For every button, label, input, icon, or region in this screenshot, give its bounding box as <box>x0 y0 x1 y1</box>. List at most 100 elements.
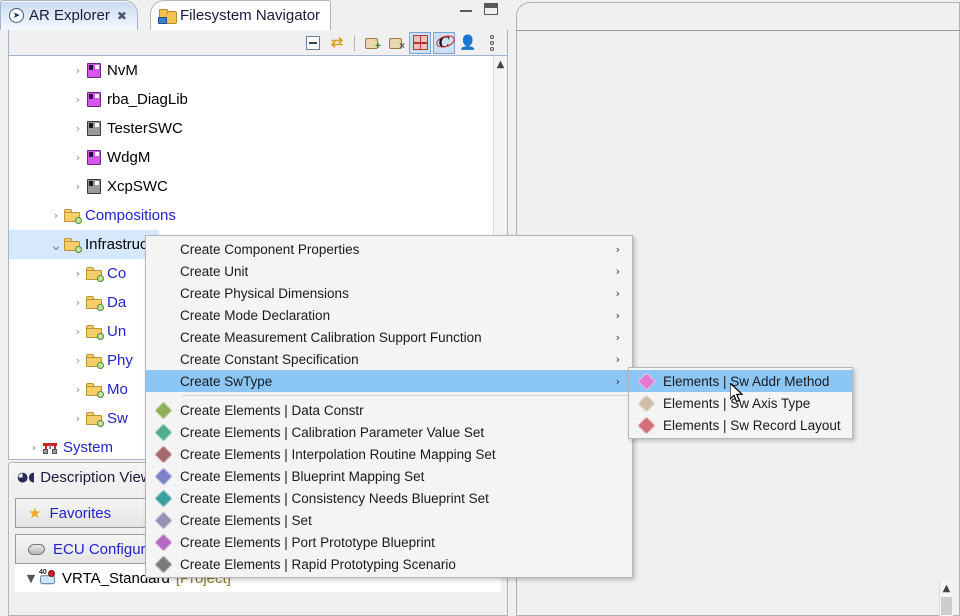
system-icon <box>41 441 59 455</box>
package-folder-icon <box>85 411 104 427</box>
close-icon[interactable]: ✖ <box>117 9 127 23</box>
tree-item-rba-diaglib[interactable]: › rba_DiagLib <box>9 85 507 114</box>
menu-item-create-elements-data-constr[interactable]: Create Elements | Data Constr <box>146 399 632 421</box>
chevron-right-icon[interactable]: › <box>71 325 85 338</box>
add-package-button[interactable]: + <box>361 32 383 54</box>
package-add-icon: + <box>364 36 381 51</box>
tree-item-label: Phy <box>107 352 133 369</box>
diamond-icon <box>146 532 180 552</box>
tree-item-xcpswc[interactable]: › XcpSWC <box>9 172 507 201</box>
tree-item-label: Co <box>107 265 127 282</box>
ecu-icon <box>27 543 46 555</box>
swc-purple-icon <box>85 92 103 107</box>
chevron-right-icon: › <box>615 330 620 344</box>
menu-item-create-elements-calibration-parameter-value-set[interactable]: Create Elements | Calibration Parameter … <box>146 421 632 443</box>
chevron-down-icon[interactable]: ⌄ <box>49 237 63 252</box>
tree-item-compositions[interactable]: › Compositions <box>9 201 507 230</box>
c-filter-button[interactable]: C <box>433 31 455 54</box>
link-with-editor-button[interactable]: ⇄ <box>326 32 348 54</box>
chevron-right-icon[interactable]: › <box>71 93 85 106</box>
menu-item-elements-sw-record-layout[interactable]: Elements | Sw Record Layout <box>629 414 852 436</box>
minimize-icon[interactable] <box>460 3 472 12</box>
collapse-all-button[interactable] <box>302 32 324 54</box>
menu-separator <box>182 395 630 396</box>
editor-tab-placeholder[interactable] <box>516 2 960 30</box>
package-remove-icon: × <box>388 36 405 51</box>
menu-item-create-elements-blueprint-mapping-set[interactable]: Create Elements | Blueprint Mapping Set <box>146 465 632 487</box>
menu-item-create-component-properties[interactable]: Create Component Properties › <box>146 238 632 260</box>
menu-item-create-measurement-calibration-support-function[interactable]: Create Measurement Calibration Support F… <box>146 326 632 348</box>
menu-item-label: Create Unit <box>180 263 249 279</box>
chevron-right-icon: › <box>615 286 620 300</box>
chevron-right-icon[interactable]: › <box>71 122 85 135</box>
project-twisty-icon[interactable]: ▼ <box>23 572 39 585</box>
chevron-right-icon[interactable]: › <box>71 151 85 164</box>
description-view-scrollbar[interactable]: ▲ <box>939 580 953 616</box>
chevron-right-icon[interactable]: › <box>71 296 85 309</box>
chevron-right-icon[interactable]: › <box>27 441 41 454</box>
chevron-right-icon[interactable]: › <box>49 209 63 222</box>
editor-tabbar <box>516 0 960 30</box>
package-folder-icon <box>85 382 104 398</box>
chevron-right-icon: › <box>615 374 620 388</box>
person-icon: 👤 <box>459 34 477 50</box>
menu-item-create-constant-specification[interactable]: Create Constant Specification › <box>146 348 632 370</box>
package-folder-icon <box>63 237 82 253</box>
c-language-icon: C <box>438 33 450 51</box>
menu-item-label: Create Elements | Blueprint Mapping Set <box>180 468 425 484</box>
scroll-thumb[interactable] <box>941 597 952 615</box>
menu-item-label: Create SwType <box>180 373 273 389</box>
menu-item-label: Create Mode Declaration <box>180 307 331 323</box>
diamond-icon <box>146 422 180 442</box>
tree-item-label: rba_DiagLib <box>107 91 188 108</box>
tree-item-label: Compositions <box>85 207 176 224</box>
chevron-right-icon: › <box>615 308 620 322</box>
context-menu[interactable]: Create Component Properties › Create Unit ›… <box>145 235 633 578</box>
person-filter-button[interactable]: 👤 <box>457 32 479 54</box>
diamond-icon <box>629 371 663 391</box>
tree-item-nvm[interactable]: › NvM <box>9 56 507 85</box>
tree-item-label: XcpSWC <box>107 178 168 195</box>
menu-item-create-elements-rapid-prototyping-scenario[interactable]: Create Elements | Rapid Prototyping Scen… <box>146 553 632 575</box>
chevron-right-icon[interactable]: › <box>71 354 85 367</box>
chevron-right-icon: › <box>615 352 620 366</box>
chevron-right-icon[interactable]: › <box>71 64 85 77</box>
menu-item-create-elements-consistency-needs-blueprint-set[interactable]: Create Elements | Consistency Needs Blue… <box>146 487 632 509</box>
tab-ar-explorer[interactable]: ➤ AR Explorer ✖ <box>0 0 138 30</box>
menu-item-create-physical-dimensions[interactable]: Create Physical Dimensions › <box>146 282 632 304</box>
red-grid-icon <box>412 35 428 50</box>
menu-item-create-elements-port-prototype-blueprint[interactable]: Create Elements | Port Prototype Bluepri… <box>146 531 632 553</box>
menu-item-label: Create Elements | Calibration Parameter … <box>180 424 485 440</box>
chevron-right-icon: › <box>615 264 620 278</box>
menu-item-create-unit[interactable]: Create Unit › <box>146 260 632 282</box>
show-grid-button[interactable] <box>409 31 431 54</box>
chevron-right-icon[interactable]: › <box>71 180 85 193</box>
package-folder-icon <box>85 266 104 282</box>
tree-item-label: NvM <box>107 62 138 79</box>
glasses-icon: ◕◖ <box>17 470 36 485</box>
maximize-icon[interactable] <box>484 3 498 15</box>
tab-description-view[interactable]: ◕◖ Description View <box>8 462 165 492</box>
section-favorites-label: Favorites <box>49 504 112 522</box>
menu-item-create-mode-declaration[interactable]: Create Mode Declaration › <box>146 304 632 326</box>
menu-item-label: Create Component Properties <box>180 241 360 257</box>
remove-package-button[interactable]: × <box>385 32 407 54</box>
view-menu-button[interactable] <box>481 32 503 54</box>
scroll-up-icon-bottom[interactable]: ▲ <box>940 580 953 596</box>
menu-item-create-elements-set[interactable]: Create Elements | Set <box>146 509 632 531</box>
menu-item-create-swtype[interactable]: Create SwType › <box>146 370 632 392</box>
tree-item-wdgm[interactable]: › WdgM <box>9 143 507 172</box>
menu-item-create-elements-interpolation-routine-mapping-set[interactable]: Create Elements | Interpolation Routine … <box>146 443 632 465</box>
scroll-up-icon[interactable]: ▲ <box>494 56 507 72</box>
tree-item-infrastructure[interactable]: ⌄ Infrastructure <box>9 230 173 259</box>
menu-item-label: Create Elements | Port Prototype Bluepri… <box>180 534 435 550</box>
link-editor-icon: ⇄ <box>330 34 344 51</box>
tab-filesystem-navigator[interactable]: Filesystem Navigator <box>150 0 332 30</box>
tab-description-view-label: Description View <box>40 469 152 486</box>
chevron-right-icon[interactable]: › <box>71 412 85 425</box>
chevron-right-icon[interactable]: › <box>71 267 85 280</box>
tree-item-testerswc[interactable]: › TesterSWC <box>9 114 507 143</box>
menu-item-label: Create Constant Specification <box>180 351 359 367</box>
package-folder-icon <box>85 295 104 311</box>
chevron-right-icon[interactable]: › <box>71 383 85 396</box>
